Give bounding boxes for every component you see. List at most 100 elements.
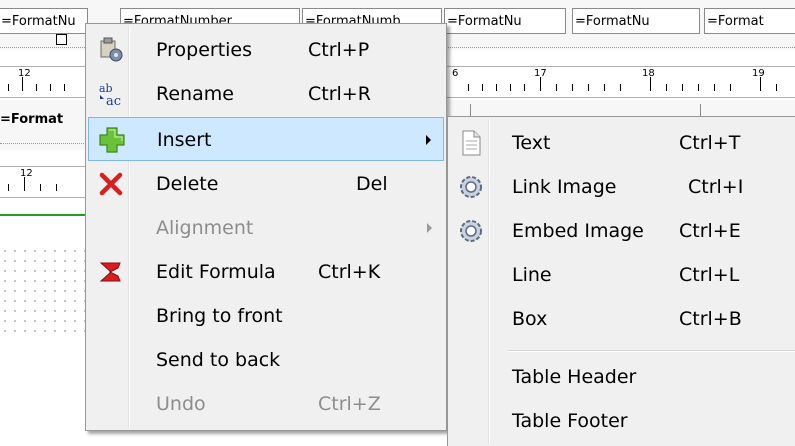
submenu-item-table-header[interactable]: Table Header — [450, 355, 795, 399]
dotted-grid — [0, 246, 90, 338]
menu-item-shortcut: Ctrl+P — [308, 39, 370, 61]
menu-item-bring-to-front[interactable]: Bring to front — [88, 294, 444, 338]
text-document-icon — [456, 128, 486, 158]
menu-item-label: Bring to front — [156, 305, 283, 327]
field-cell[interactable]: =FormatNu — [572, 8, 700, 34]
rename-icon: ab ac — [96, 79, 126, 109]
formula-sigma-icon — [96, 257, 126, 287]
ruler-tick — [776, 84, 777, 91]
menu-separator — [508, 350, 795, 352]
menu-item-shortcut: Ctrl+L — [679, 264, 740, 286]
ruler-tick — [572, 84, 573, 91]
menu-item-label: Box — [512, 308, 548, 330]
image-gear-icon — [456, 172, 486, 202]
ruler-tick — [24, 177, 25, 191]
ruler-number: 12 — [20, 168, 33, 179]
field-cell[interactable]: =Format — [704, 8, 795, 34]
field-cell[interactable]: =FormatNu — [0, 8, 88, 34]
menu-item-label: Text — [512, 132, 551, 154]
ruler-tick — [64, 84, 65, 91]
ruler-tick — [604, 84, 605, 91]
menu-item-shortcut: Del — [356, 173, 388, 195]
ruler-tick — [650, 77, 651, 91]
submenu-arrow-icon — [427, 223, 432, 233]
submenu-item-table-footer[interactable]: Table Footer — [450, 399, 795, 443]
selection-handle[interactable] — [56, 34, 67, 45]
ruler-tick — [36, 84, 37, 91]
ruler-tick — [482, 84, 483, 91]
menu-item-delete[interactable]: Delete Del — [88, 162, 444, 206]
menu-item-label: Link Image — [512, 176, 617, 198]
menu-item-alignment[interactable]: Alignment — [88, 206, 444, 250]
menu-item-label: Edit Formula — [156, 261, 276, 283]
ruler-number: 12 — [18, 68, 31, 79]
ruler-tick — [556, 84, 557, 91]
column-divider — [700, 104, 701, 116]
menu-item-insert[interactable]: Insert — [88, 117, 444, 161]
menu-item-shortcut: Ctrl+Z — [318, 393, 381, 415]
menu-item-label: Table Header — [512, 366, 637, 388]
menu-item-shortcut: Ctrl+K — [318, 261, 381, 283]
menu-item-edit-formula[interactable]: Edit Formula Ctrl+K — [88, 250, 444, 294]
ruler-tick — [714, 84, 715, 91]
image-gear-icon — [456, 216, 486, 246]
svg-text:ac: ac — [106, 94, 121, 109]
ruler-tick — [50, 84, 51, 91]
ruler-tick — [524, 84, 525, 91]
ruler-tick — [682, 84, 683, 91]
section-label: =Format — [0, 112, 64, 127]
insert-submenu: Text Ctrl+T Link Image Ctrl+I Embed Imag… — [447, 116, 795, 446]
menu-item-label: Line — [512, 264, 552, 286]
ruler-number: 19 — [752, 68, 765, 79]
menu-item-label: Table Footer — [512, 410, 628, 432]
menu-item-undo[interactable]: Undo Ctrl+Z — [88, 382, 444, 426]
menu-item-label: Rename — [156, 83, 234, 105]
submenu-item-embed-image[interactable]: Embed Image Ctrl+E — [450, 209, 795, 253]
field-cell[interactable]: =FormatNu — [444, 8, 566, 34]
ruler-tick — [730, 84, 731, 91]
menu-item-rename[interactable]: ab ac Rename Ctrl+R — [88, 72, 444, 116]
menu-item-label: Properties — [156, 39, 253, 61]
ruler-tick — [468, 84, 469, 91]
ruler-number: 18 — [642, 68, 655, 79]
horizontal-ruler: 12 — [0, 166, 90, 198]
menu-item-label: Embed Image — [512, 220, 644, 242]
submenu-item-link-image[interactable]: Link Image Ctrl+I — [450, 165, 795, 209]
menu-item-label: Undo — [156, 393, 206, 415]
ruler-tick — [8, 184, 9, 191]
submenu-item-box[interactable]: Box Ctrl+B — [450, 297, 795, 341]
menu-item-label: Delete — [156, 173, 219, 195]
ruler-tick — [588, 84, 589, 91]
delete-x-icon — [96, 169, 126, 199]
ruler-number: 6 — [452, 68, 459, 79]
menu-item-send-to-back[interactable]: Send to back — [88, 338, 444, 382]
menu-item-shortcut: Ctrl+B — [679, 308, 742, 330]
properties-icon — [96, 35, 126, 65]
ruler-tick — [620, 84, 621, 91]
band-separator-line — [0, 214, 90, 216]
menu-item-shortcut: Ctrl+E — [679, 220, 741, 242]
menu-item-shortcut: Ctrl+R — [308, 83, 371, 105]
menu-item-label: Alignment — [156, 217, 254, 239]
ruler-tick — [22, 77, 23, 91]
submenu-item-text[interactable]: Text Ctrl+T — [450, 121, 795, 165]
ruler-tick — [510, 84, 511, 91]
ruler-tick — [698, 84, 699, 91]
grid-line — [0, 143, 90, 144]
menu-item-properties[interactable]: Properties Ctrl+P — [88, 28, 444, 72]
submenu-arrow-icon — [426, 135, 431, 145]
menu-item-label: Send to back — [156, 349, 281, 371]
ruler-tick — [8, 84, 9, 91]
ruler-tick — [56, 184, 57, 191]
context-menu: Properties Ctrl+P ab ac Rename Ctrl+R Ins… — [85, 23, 447, 431]
submenu-item-line[interactable]: Line Ctrl+L — [450, 253, 795, 297]
menu-item-shortcut: Ctrl+I — [688, 176, 744, 198]
menu-item-label: Insert — [157, 129, 212, 151]
ruler-tick — [760, 77, 761, 91]
column-divider — [470, 104, 471, 116]
ruler-tick — [666, 84, 667, 91]
ruler-tick — [540, 77, 541, 91]
ruler-tick — [40, 184, 41, 191]
menu-item-shortcut: Ctrl+T — [679, 132, 741, 154]
insert-plus-icon — [97, 125, 127, 155]
